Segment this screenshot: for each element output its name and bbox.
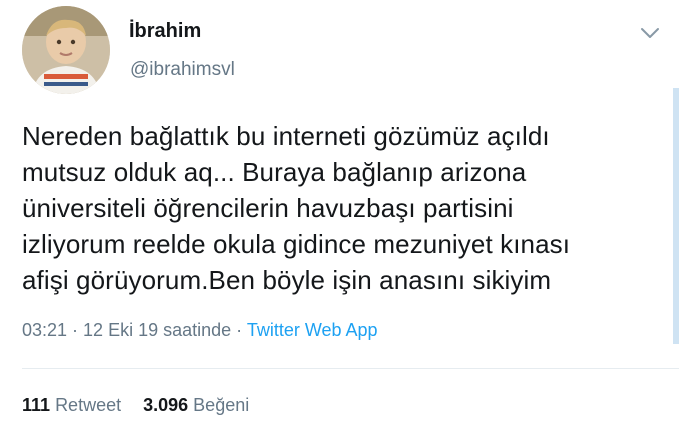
like-stat[interactable]: 3.096 Beğeni <box>143 395 249 415</box>
tweet-card: İbrahim @ibrahimsvl Nereden bağlattık bu… <box>0 0 679 434</box>
tweet-text-line: üniversiteli öğrencilerin havuzbaşı part… <box>22 193 514 223</box>
avatar[interactable] <box>22 6 110 94</box>
avatar-image <box>22 6 110 94</box>
tweet-text-line: Nereden bağlattık bu interneti gözümüz a… <box>22 121 550 151</box>
tweet-text-line: mutsuz olduk aq... Buraya bağlanıp arizo… <box>22 157 527 187</box>
tweet-time[interactable]: 03:21 <box>22 320 67 340</box>
retweet-stat[interactable]: 111 Retweet <box>22 395 121 415</box>
tweet-stats: 111 Retweet 3.096 Beğeni <box>22 395 249 416</box>
user-handle[interactable]: @ibrahimsvl <box>130 59 235 81</box>
tweet-text: Nereden bağlattık bu interneti gözümüz a… <box>22 118 662 298</box>
tweet-text-line: afişi görüyorum.Ben böyle işin anasını s… <box>22 265 552 295</box>
tweet-source-link[interactable]: Twitter Web App <box>247 320 378 340</box>
like-count: 3.096 <box>143 395 189 415</box>
retweet-label: Retweet <box>55 395 122 415</box>
like-label: Beğeni <box>193 395 250 415</box>
tweet-metadata: 03:21 · 12 Eki 19 saatinde · Twitter Web… <box>22 320 378 341</box>
divider <box>22 368 679 369</box>
chevron-down-icon[interactable] <box>639 25 661 41</box>
tweet-text-line: izliyorum reelde okula gidince mezuniyet… <box>22 229 571 259</box>
scrollbar[interactable] <box>673 88 679 344</box>
retweet-count: 111 <box>22 395 51 415</box>
separator-dot: · <box>67 320 84 340</box>
tweet-date[interactable]: 12 Eki 19 saatinde <box>83 320 231 340</box>
separator-dot: · <box>231 320 247 340</box>
display-name[interactable]: İbrahim <box>129 20 201 43</box>
